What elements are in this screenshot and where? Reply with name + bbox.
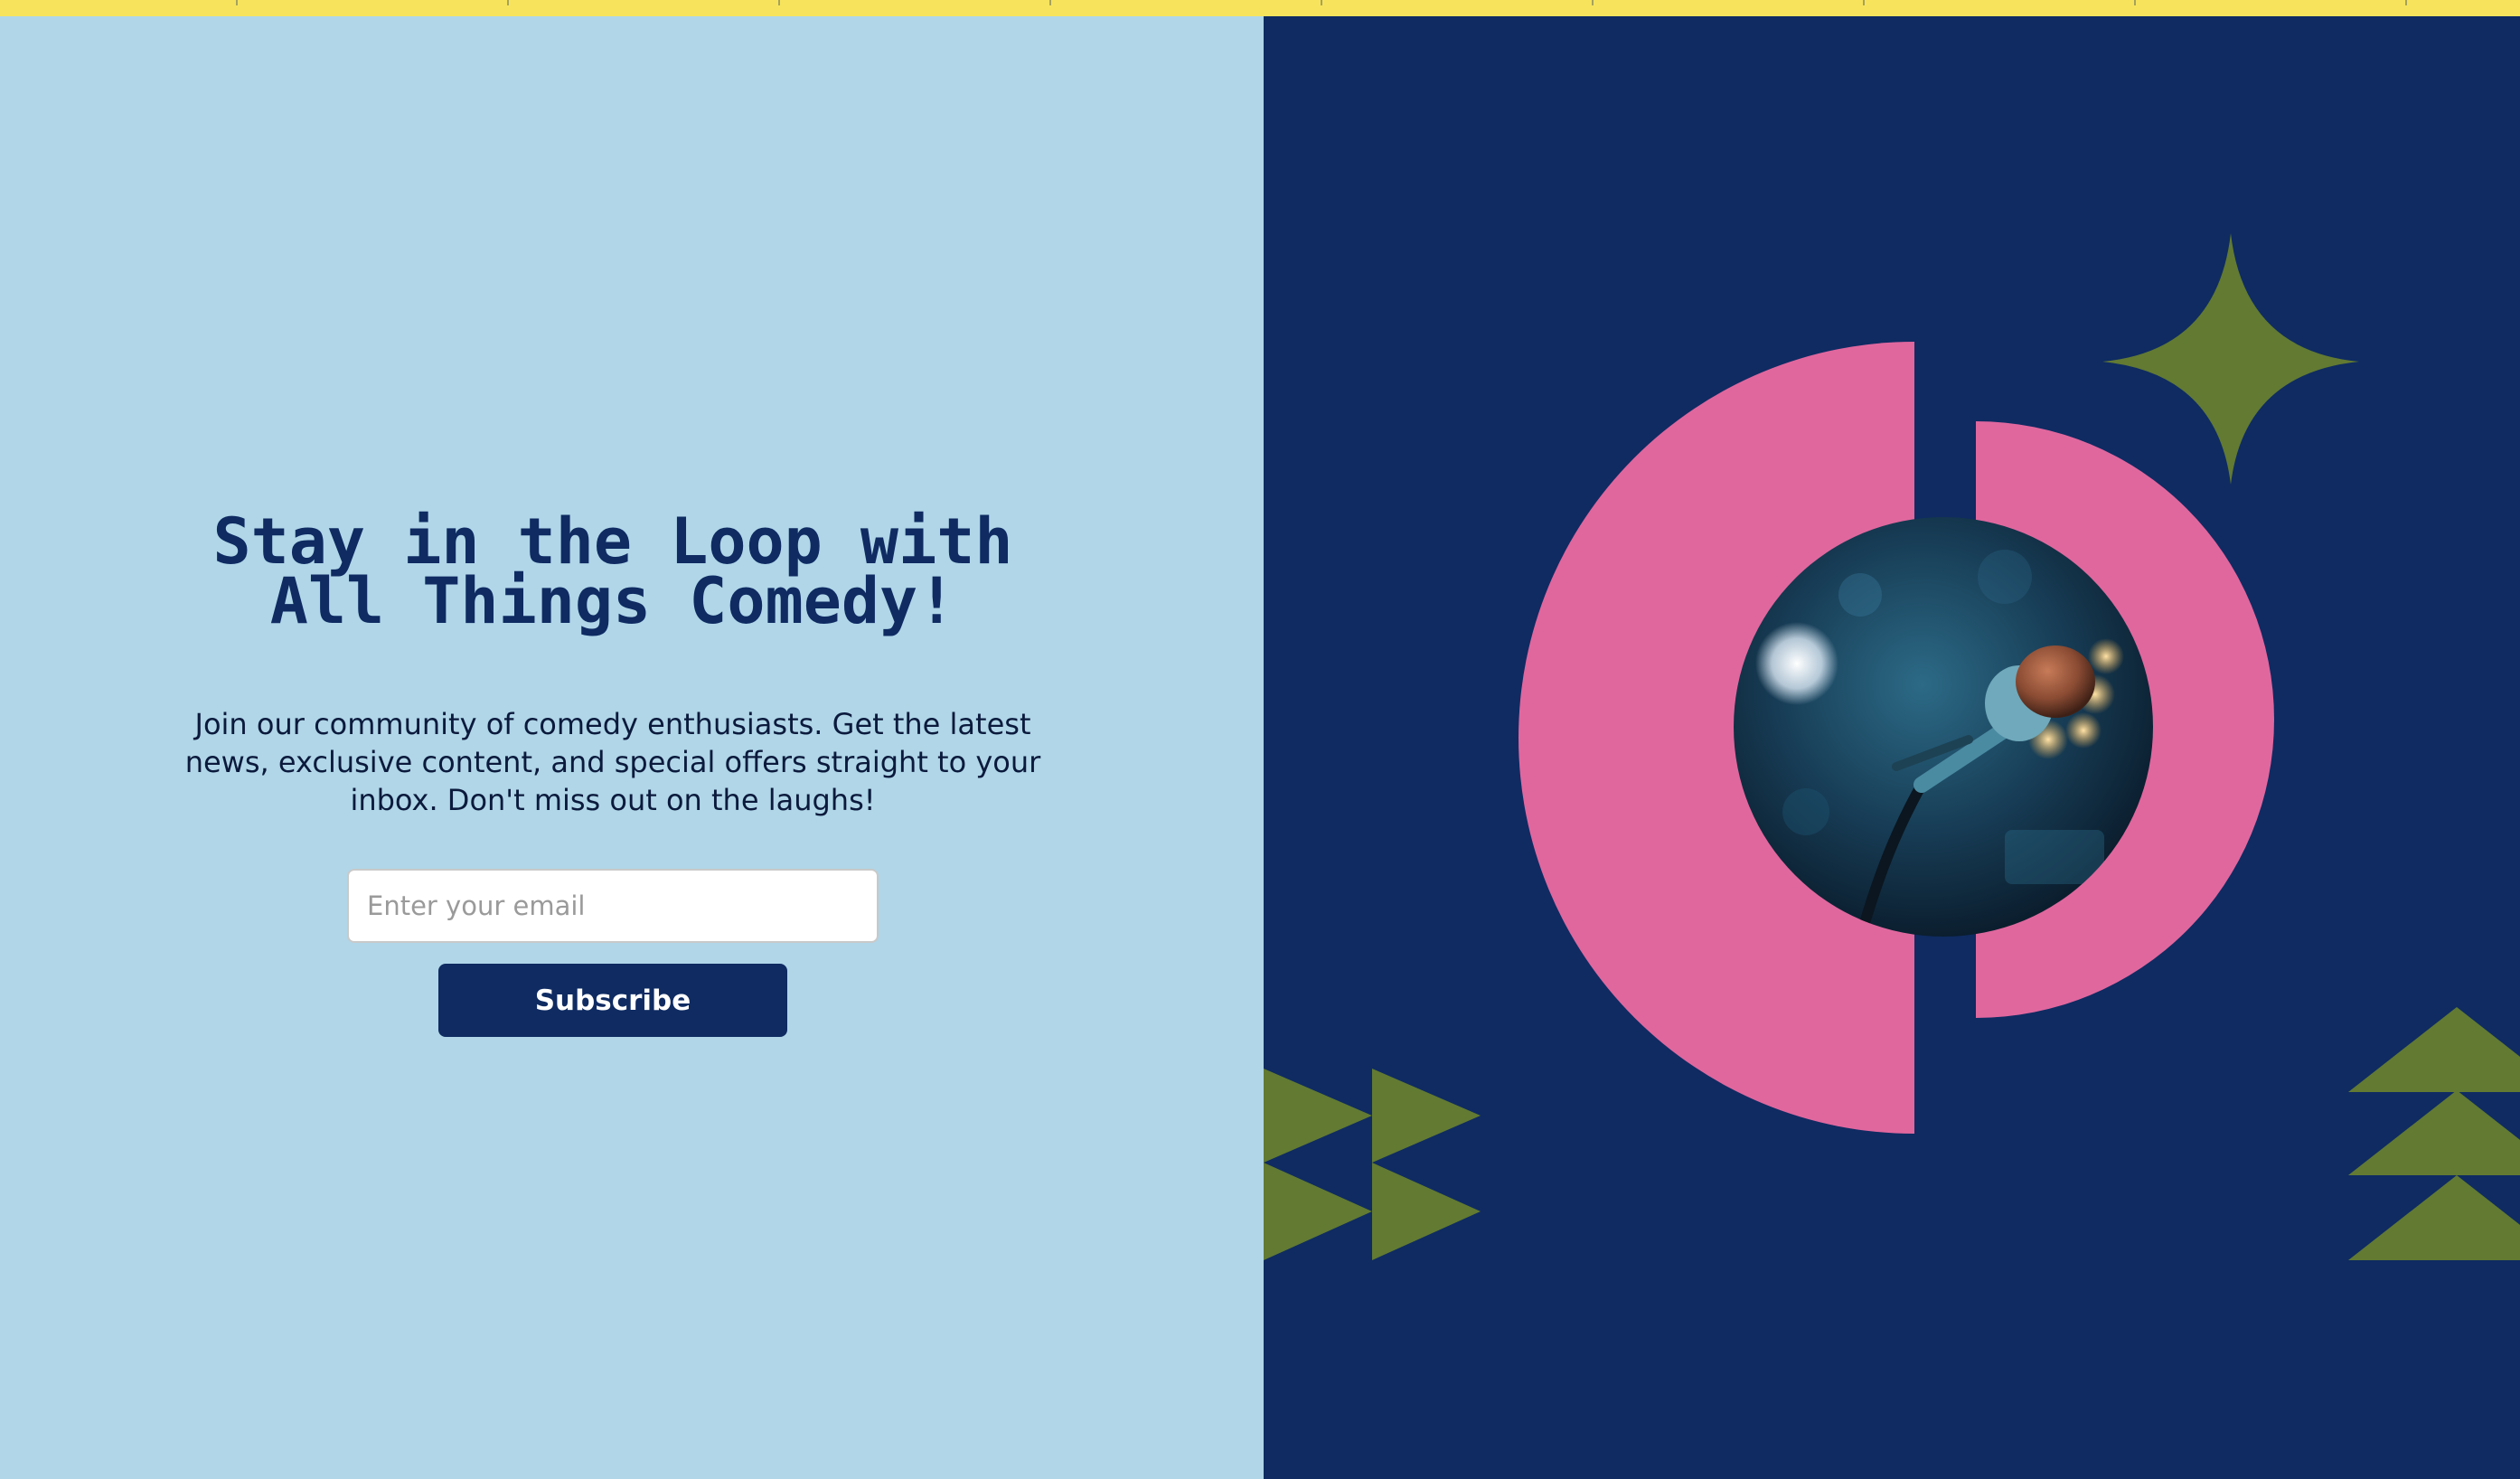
headline: Stay in the Loop with All Things Comedy! [90,510,1135,633]
subscribe-button[interactable]: Subscribe [438,964,787,1037]
top-strip-tick-marks [236,0,2407,5]
headline-line-2: All Things Comedy! [269,564,956,638]
signup-panel: Stay in the Loop with All Things Comedy!… [0,16,1264,1479]
description-line-3: inbox. Don't miss out on the laughs! [350,783,876,817]
triangle-arrows-icon [1264,1069,1481,1260]
illustration-art [1264,233,2520,1260]
stacked-triangles-icon [2348,1007,2520,1260]
illustration-panel [1264,16,2520,1479]
description-line-1: Join our community of comedy enthusiasts… [194,707,1031,741]
description-line-2: news, exclusive content, and special off… [184,745,1041,779]
description: Join our community of comedy enthusiasts… [177,705,1048,819]
top-accent-strip [0,0,2520,16]
sparkle-star-icon [2102,233,2359,485]
microphone-photo [1734,517,2153,937]
email-input[interactable] [347,869,879,943]
newsletter-page: Stay in the Loop with All Things Comedy!… [0,0,2520,1479]
